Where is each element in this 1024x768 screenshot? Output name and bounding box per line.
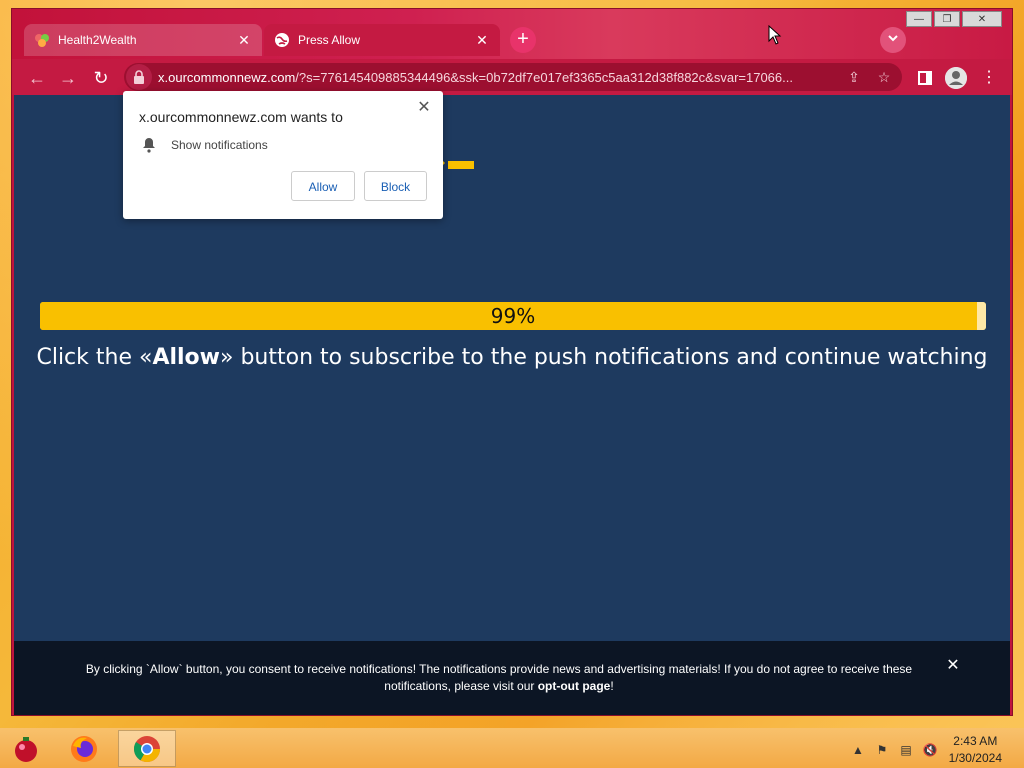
- tab-health2wealth[interactable]: Health2Wealth ✕: [24, 24, 262, 56]
- close-icon[interactable]: ✕: [415, 97, 433, 116]
- close-tab-icon[interactable]: ✕: [236, 32, 252, 49]
- bell-icon: [143, 138, 155, 153]
- address-bar[interactable]: x.ourcommonnewz.com/?s=77614540988534449…: [124, 63, 902, 91]
- clock-time: 2:43 AM: [953, 734, 998, 748]
- opt-out-link[interactable]: opt-out page: [538, 679, 611, 693]
- tray-chevron-up-icon[interactable]: ▲: [850, 742, 866, 758]
- new-tab-button[interactable]: +: [510, 27, 536, 53]
- close-tab-icon[interactable]: ✕: [474, 32, 490, 49]
- profile-avatar-icon[interactable]: [945, 67, 967, 89]
- tab-title: Health2Wealth: [58, 33, 137, 47]
- globe-icon: [274, 32, 290, 48]
- url-host: x.ourcommonnewz.com: [158, 69, 296, 85]
- back-arrow-icon[interactable]: ←: [26, 67, 48, 89]
- close-window-button[interactable]: ✕: [962, 11, 1002, 27]
- share-icon[interactable]: ⇪: [844, 67, 864, 87]
- clock-date: 1/30/2024: [948, 751, 1002, 765]
- block-button[interactable]: Block: [364, 171, 427, 201]
- consent-text: By clicking `Allow` button, you consent …: [74, 661, 924, 695]
- notification-permission-dialog: x.ourcommonnewz.com wants to ✕ Show noti…: [123, 91, 443, 219]
- permission-title: x.ourcommonnewz.com wants to: [139, 109, 343, 125]
- consent-banner: By clicking `Allow` button, you consent …: [14, 641, 1010, 715]
- restore-button[interactable]: ❐: [934, 11, 960, 27]
- menu-kebab-icon[interactable]: ⋮: [978, 67, 1000, 89]
- sparkle-graphic-icon: [440, 158, 474, 169]
- headline: Click the «Allow» button to subscribe to…: [14, 345, 1010, 370]
- chrome-icon: [133, 736, 161, 763]
- url-path: /?s=776145409885344496&ssk=0b72df7e017ef…: [295, 69, 793, 85]
- volume-muted-icon[interactable]: 🔇: [922, 742, 938, 758]
- consent-message: By clicking `Allow` button, you consent …: [85, 662, 913, 693]
- permission-label: Show notifications: [171, 138, 268, 152]
- tab-search-button[interactable]: [880, 27, 906, 53]
- chevron-down-icon: [888, 35, 898, 42]
- minimize-button[interactable]: —: [906, 11, 932, 27]
- firefox-icon[interactable]: [66, 732, 102, 766]
- tab-title: Press Allow: [298, 33, 361, 47]
- system-clock[interactable]: 2:43 AM 1/30/2024: [949, 733, 1002, 767]
- chrome-taskbar-button[interactable]: [118, 730, 176, 767]
- url-text[interactable]: x.ourcommonnewz.com/?s=77614540988534449…: [158, 70, 838, 85]
- close-banner-icon[interactable]: ✕: [944, 657, 962, 675]
- action-center-flag-icon[interactable]: ⚑: [874, 742, 890, 758]
- tab-press-allow[interactable]: Press Allow ✕: [264, 24, 500, 56]
- bookmark-star-icon[interactable]: ☆: [874, 67, 894, 87]
- reload-icon[interactable]: ↻: [90, 67, 112, 89]
- permission-row: Show notifications: [141, 137, 268, 153]
- consent-end: !: [610, 679, 614, 693]
- progress-label: 99%: [490, 304, 536, 328]
- headline-part: Click the «: [36, 345, 153, 370]
- site-favicon-icon: [34, 32, 50, 48]
- progress-bar: 99%: [40, 302, 986, 330]
- headline-part: » button to subscribe to the push notifi…: [220, 345, 988, 370]
- forward-arrow-icon[interactable]: →: [57, 67, 79, 89]
- window-controls: — ❐ ✕: [904, 11, 1002, 27]
- mouse-cursor-icon: [768, 25, 782, 45]
- side-panel-icon[interactable]: [914, 67, 936, 89]
- network-icon[interactable]: ▤: [898, 742, 914, 758]
- lock-icon[interactable]: [126, 64, 152, 90]
- headline-allow: Allow: [152, 345, 220, 370]
- allow-button[interactable]: Allow: [291, 171, 355, 201]
- start-button-icon[interactable]: [8, 732, 44, 766]
